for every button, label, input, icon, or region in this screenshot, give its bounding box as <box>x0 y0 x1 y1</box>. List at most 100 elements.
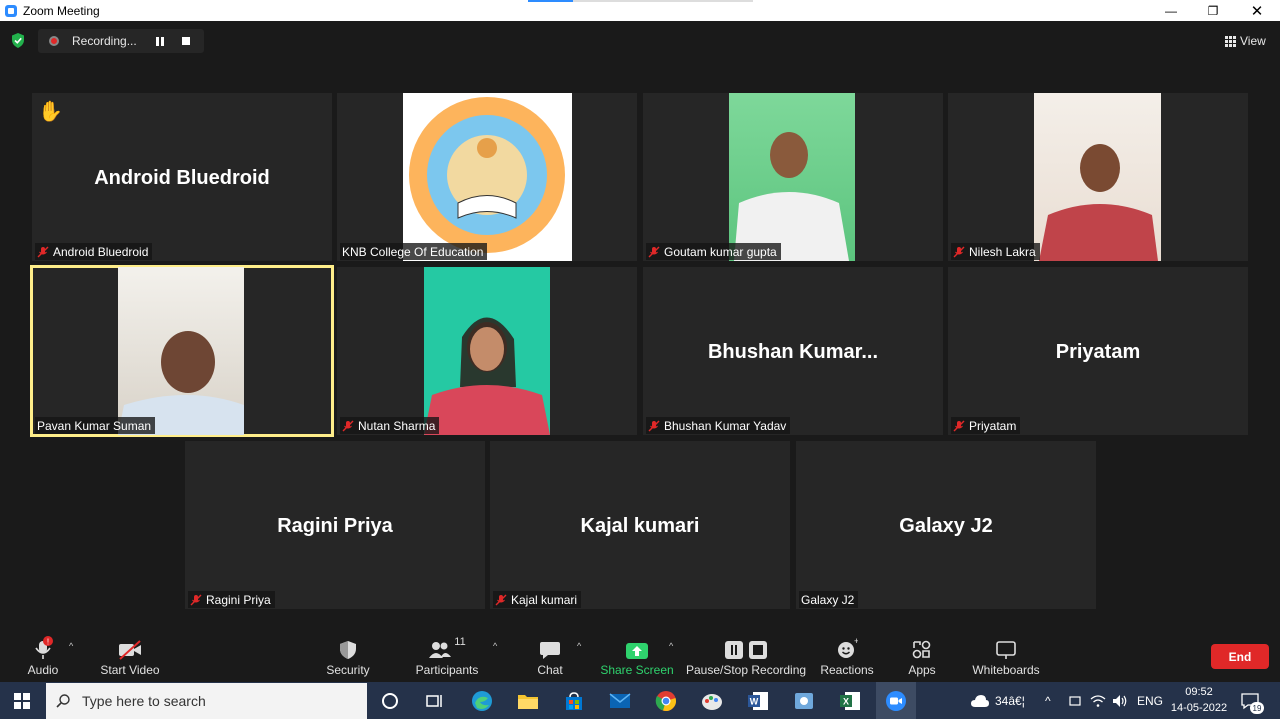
pause-recording-button[interactable] <box>156 36 164 46</box>
video-tile[interactable]: Ragini Priya Ragini Priya <box>185 441 485 609</box>
muted-mic-icon <box>37 246 49 257</box>
video-tile[interactable]: Bhushan Kumar... Bhushan Kumar Yadav <box>643 267 943 435</box>
muted-mic-icon <box>648 246 660 257</box>
pause-stop-recording-label: Pause/Stop Recording <box>685 663 807 677</box>
weather-widget[interactable]: 34â€¦ <box>970 682 1025 719</box>
settings-app-icon[interactable] <box>790 687 818 715</box>
participant-display-name: Bhushan Kumar... <box>707 341 879 363</box>
reactions-button[interactable]: + Reactions <box>820 630 874 682</box>
participant-name: Nilesh Lakra <box>969 244 1036 259</box>
recording-bar: Recording... <box>38 29 204 53</box>
participants-label: Participants <box>415 663 479 677</box>
chat-icon <box>540 642 560 659</box>
cloud-icon <box>971 694 989 707</box>
audio-options-caret-icon[interactable]: ^ <box>69 641 73 651</box>
windows-taskbar: Type here to search W X 34â€¦ ^ ENG 09:5… <box>0 682 1280 719</box>
video-tile[interactable]: Goutam kumar gupta <box>643 93 943 261</box>
participant-label: Pavan Kumar Suman <box>35 417 156 434</box>
participant-label: KNB College Of Education <box>340 243 488 260</box>
mail-icon[interactable] <box>606 687 634 715</box>
svg-text:W: W <box>750 697 759 707</box>
microphone-icon: ! <box>35 636 53 659</box>
whiteboards-label: Whiteboards <box>972 663 1040 677</box>
word-icon[interactable]: W <box>744 687 772 715</box>
participants-options-caret-icon[interactable]: ^ <box>493 641 497 651</box>
wifi-icon[interactable] <box>1090 682 1106 719</box>
participant-name: Priyatam <box>969 418 1017 433</box>
video-tile[interactable]: Priyatam Priyatam <box>948 267 1248 435</box>
share-screen-icon <box>626 643 648 659</box>
whiteboards-button[interactable]: Whiteboards <box>970 630 1042 682</box>
paint-app-icon[interactable] <box>698 687 726 715</box>
share-screen-button[interactable]: Share Screen <box>600 630 674 682</box>
muted-mic-icon <box>648 420 660 431</box>
participant-label: Bhushan Kumar Yadav <box>646 417 791 434</box>
taskbar-search[interactable]: Type here to search <box>46 683 367 719</box>
excel-icon[interactable]: X <box>836 687 864 715</box>
volume-icon[interactable] <box>1112 682 1128 719</box>
participant-display-name: Priyatam <box>1055 341 1141 363</box>
microsoft-store-icon[interactable] <box>560 687 588 715</box>
share-options-caret-icon[interactable]: ^ <box>669 641 673 651</box>
minimize-button[interactable]: — <box>1150 0 1192 21</box>
participant-name: Galaxy J2 <box>801 592 855 607</box>
participants-button[interactable]: 11 Participants <box>414 630 480 682</box>
video-tile[interactable]: ✋ Android Bluedroid Android Bluedroid <box>32 93 332 261</box>
title-bar: Zoom Meeting — ❐ ✕ <box>0 0 1280 21</box>
security-shield-icon <box>340 641 356 659</box>
view-button[interactable]: View <box>1225 34 1266 48</box>
apps-button[interactable]: Apps <box>904 630 940 682</box>
zoom-taskbar-icon[interactable] <box>876 682 916 719</box>
pause-stop-recording-button[interactable]: Pause/Stop Recording <box>686 630 806 682</box>
muted-mic-icon <box>953 246 965 257</box>
end-meeting-button[interactable]: End <box>1211 644 1269 669</box>
participant-name: Ragini Priya <box>206 592 271 607</box>
start-video-button[interactable]: Start Video <box>98 630 162 682</box>
restore-button[interactable]: ❐ <box>1192 0 1234 21</box>
apps-label: Apps <box>908 663 936 677</box>
search-placeholder: Type here to search <box>82 693 206 709</box>
participant-video <box>424 267 550 435</box>
drag-handle[interactable] <box>528 0 753 2</box>
language-text: ENG <box>1137 693 1164 708</box>
network-status-icon[interactable] <box>1068 682 1082 719</box>
participant-name: Android Bluedroid <box>53 244 149 259</box>
grid-icon <box>1225 36 1236 47</box>
show-hidden-icons-caret-icon[interactable]: ^ <box>1045 682 1051 719</box>
participant-name: Pavan Kumar Suman <box>37 418 152 433</box>
video-tile[interactable]: Nutan Sharma <box>337 267 637 435</box>
video-tile-active-speaker[interactable]: Pavan Kumar Suman <box>30 265 334 437</box>
task-view-icon[interactable] <box>421 687 449 715</box>
cortana-icon[interactable] <box>376 687 404 715</box>
encryption-shield-icon[interactable] <box>11 33 25 48</box>
participant-label: Kajal kumari <box>493 591 582 608</box>
participant-label: Android Bluedroid <box>35 243 153 260</box>
taskbar-clock[interactable]: 09:52 14-05-2022 <box>1168 684 1230 716</box>
action-center-button[interactable]: 19 <box>1240 682 1264 719</box>
zoom-logo-icon <box>5 4 17 17</box>
edge-browser-icon[interactable] <box>468 687 496 715</box>
video-tile[interactable]: KNB College Of Education <box>337 93 637 261</box>
input-language[interactable]: ENG <box>1137 682 1163 719</box>
chat-label: Chat <box>537 663 563 677</box>
video-tile[interactable]: Kajal kumari Kajal kumari <box>490 441 790 609</box>
participant-label: Goutam kumar gupta <box>646 243 781 260</box>
window-title: Zoom Meeting <box>23 3 100 18</box>
video-tile[interactable]: Galaxy J2 Galaxy J2 <box>796 441 1096 609</box>
chat-options-caret-icon[interactable]: ^ <box>577 641 581 651</box>
video-tile[interactable]: Nilesh Lakra <box>948 93 1248 261</box>
file-explorer-icon[interactable] <box>514 687 542 715</box>
muted-mic-icon <box>342 420 354 431</box>
participant-label: Nilesh Lakra <box>951 243 1040 260</box>
windows-start-icon[interactable] <box>14 693 30 709</box>
chrome-icon[interactable] <box>652 687 680 715</box>
raised-hand-icon: ✋ <box>38 101 63 123</box>
participants-count: 11 <box>454 636 466 648</box>
participant-name: Goutam kumar gupta <box>664 244 777 259</box>
chat-button[interactable]: Chat <box>534 630 566 682</box>
stop-recording-button[interactable] <box>182 37 190 45</box>
security-button[interactable]: Security <box>324 630 372 682</box>
close-button[interactable]: ✕ <box>1236 0 1278 21</box>
search-icon <box>56 694 70 708</box>
audio-button[interactable]: ! Audio <box>22 630 64 682</box>
